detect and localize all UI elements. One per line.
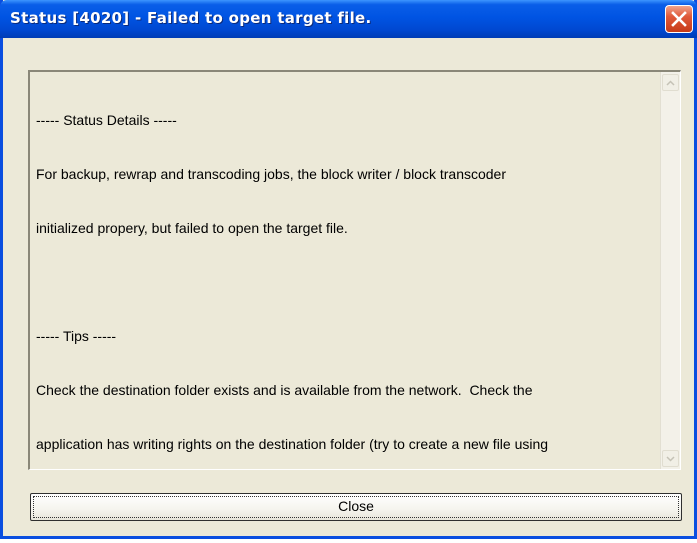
scroll-up-button[interactable]: [662, 74, 679, 91]
chevron-up-icon: [666, 79, 675, 86]
close-button-label: Close: [338, 498, 374, 514]
close-button[interactable]: Close: [30, 493, 682, 521]
details-line: For backup, rewrap and transcoding jobs,…: [36, 166, 507, 182]
close-icon: [671, 11, 687, 27]
details-line: Check the destination folder exists and …: [36, 382, 533, 398]
details-line: initialized propery, but failed to open …: [36, 220, 348, 236]
chevron-down-icon: [666, 455, 675, 462]
details-line: ----- Tips -----: [36, 328, 117, 344]
vertical-scrollbar[interactable]: [660, 72, 680, 469]
details-line: application has writing rights on the de…: [36, 436, 549, 452]
status-dialog: Status [4020] - Failed to open target fi…: [0, 0, 697, 539]
window-title: Status [4020] - Failed to open target fi…: [10, 9, 372, 27]
scroll-down-button[interactable]: [662, 450, 679, 467]
title-close-button[interactable]: [665, 5, 693, 33]
status-details-text: ----- Status Details ----- For backup, r…: [36, 75, 656, 543]
details-line: ----- Status Details -----: [36, 112, 177, 128]
details-line: [36, 273, 656, 291]
status-details-textbox[interactable]: ----- Status Details ----- For backup, r…: [28, 70, 681, 506]
title-bar[interactable]: Status [4020] - Failed to open target fi…: [0, 0, 697, 38]
